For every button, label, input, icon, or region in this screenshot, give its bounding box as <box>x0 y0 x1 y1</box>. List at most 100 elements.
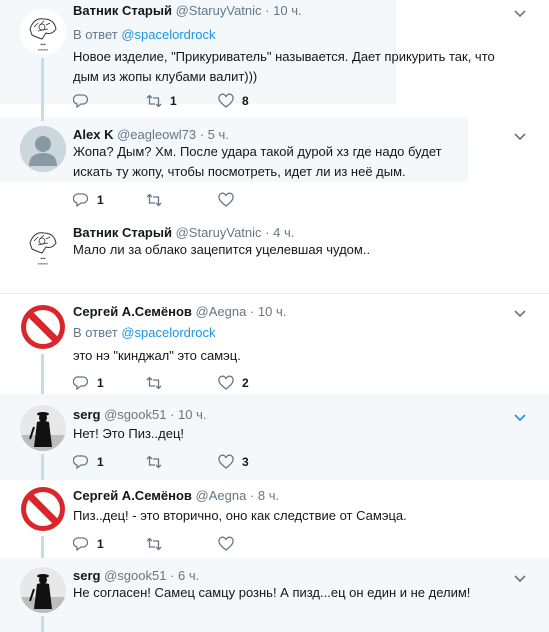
retweet-icon <box>146 537 162 551</box>
tweet[interactable]: Сергей А.Семёнов @Aegna · 8 ч. Пиз..дец!… <box>0 480 549 558</box>
display-name[interactable]: Alex K <box>73 127 113 142</box>
heart-icon <box>218 375 234 390</box>
tweet-actions: 1 8 <box>73 93 373 109</box>
tweet-actions: 1 3 <box>73 454 373 470</box>
svg-text:▪▪▪▪▪▪▪: ▪▪▪▪▪▪▪ <box>38 47 49 52</box>
display-name[interactable]: Ватник Старый <box>73 225 172 240</box>
timestamp[interactable]: 6 ч. <box>178 568 199 583</box>
reply-to: В ответ @spacelordrock <box>73 325 216 340</box>
user-handle[interactable]: @eagleowl73 <box>117 127 196 142</box>
avatar[interactable]: ▪▪▪ ▪▪▪▪▪▪▪ <box>20 223 66 269</box>
display-name[interactable]: serg <box>73 568 100 583</box>
tweet-text: это нэ "кинджал" это самэц. <box>73 348 241 363</box>
thread-line <box>41 354 44 394</box>
silhouette-avatar-icon <box>20 405 66 451</box>
chevron-down-icon[interactable] <box>512 5 528 21</box>
svg-text:▪▪▪▪▪▪▪: ▪▪▪▪▪▪▪ <box>38 261 49 266</box>
user-handle[interactable]: @Aegna <box>196 488 247 503</box>
chevron-down-icon[interactable] <box>512 128 528 144</box>
reply-button[interactable]: 1 <box>73 192 104 208</box>
no-entry-sign-icon <box>21 487 65 531</box>
retweet-button[interactable]: 1 <box>146 93 177 109</box>
tweet[interactable]: serg @sgook51 · 10 ч. Нет! Это Пиз..дец!… <box>0 394 549 480</box>
timestamp[interactable]: 4 ч. <box>273 225 294 240</box>
reply-button[interactable] <box>73 93 97 109</box>
retweet-button[interactable] <box>146 375 170 391</box>
no-entry-sign-icon <box>21 305 65 349</box>
timestamp[interactable]: 8 ч. <box>258 488 279 503</box>
like-button[interactable]: 3 <box>218 454 249 470</box>
thread-line <box>41 616 44 632</box>
user-handle[interactable]: @sgook51 <box>104 568 166 583</box>
tweet-text: Пиз..дец! - это вторично, оно как следст… <box>73 508 407 523</box>
avatar[interactable] <box>20 126 66 172</box>
chevron-down-icon[interactable] <box>512 305 528 321</box>
tweet-text: Не согласен! Самец самцу рознь! А пизд..… <box>73 585 471 600</box>
avatar[interactable] <box>20 304 66 350</box>
reply-icon <box>73 537 89 552</box>
tweet-text: Нет! Это Пиз..дец! <box>73 426 185 441</box>
user-handle[interactable]: @sgook51 <box>104 407 166 422</box>
retweet-icon <box>146 455 162 469</box>
reply-icon <box>73 455 89 470</box>
sketch-avatar-icon: ▪▪▪ ▪▪▪▪▪▪▪ <box>20 9 66 55</box>
tweet-actions: 1 <box>73 192 373 208</box>
reply-icon <box>73 193 89 208</box>
display-name[interactable]: serg <box>73 407 100 422</box>
mention-link[interactable]: @spacelordrock <box>121 325 215 340</box>
chevron-down-icon[interactable] <box>512 409 528 425</box>
tweet[interactable]: ▪▪▪ ▪▪▪▪▪▪▪ Ватник Старый @StaruyVatnic … <box>0 0 549 117</box>
reply-to: В ответ @spacelordrock <box>73 27 216 42</box>
default-profile-icon <box>20 126 66 172</box>
retweet-icon <box>146 94 162 108</box>
avatar[interactable] <box>20 405 66 451</box>
timestamp[interactable]: 5 ч. <box>208 127 229 142</box>
user-handle[interactable]: @StaruyVatnic <box>176 3 262 18</box>
user-handle[interactable]: @StaruyVatnic <box>176 225 262 240</box>
tweet[interactable]: Сергей А.Семёнов @Aegna · 10 ч. В ответ … <box>0 294 549 394</box>
tweet-text: Мало ли за облако зацепится уцелевшая чу… <box>73 242 371 257</box>
thread-line <box>41 58 44 117</box>
reply-button[interactable]: 1 <box>73 454 104 470</box>
like-button[interactable] <box>218 536 242 552</box>
reply-icon <box>73 94 89 109</box>
display-name[interactable]: Сергей А.Семёнов <box>73 488 192 503</box>
heart-icon <box>218 192 234 207</box>
avatar[interactable] <box>20 486 66 532</box>
heart-icon <box>218 93 234 108</box>
tweet-actions: 1 <box>73 536 373 552</box>
reply-button[interactable]: 1 <box>73 375 104 391</box>
user-handle[interactable]: @Aegna <box>196 304 247 319</box>
retweet-button[interactable] <box>146 192 170 208</box>
display-name[interactable]: Сергей А.Семёнов <box>73 304 192 319</box>
tweet-actions: 1 2 <box>73 375 373 391</box>
sketch-avatar-icon: ▪▪▪ ▪▪▪▪▪▪▪ <box>20 223 66 269</box>
like-button[interactable] <box>218 192 242 208</box>
tweet[interactable]: ▪▪▪ ▪▪▪▪▪▪▪ Ватник Старый @StaruyVatnic … <box>0 218 549 293</box>
thread-line <box>41 117 44 121</box>
tweet-text: Жопа? Дым? Хм. После удара такой дурой х… <box>73 144 442 179</box>
reply-button[interactable]: 1 <box>73 536 104 552</box>
mention-link[interactable]: @spacelordrock <box>121 27 215 42</box>
like-button[interactable]: 8 <box>218 93 249 109</box>
silhouette-avatar-icon <box>20 567 66 613</box>
display-name[interactable]: Ватник Старый <box>73 3 172 18</box>
retweet-button[interactable] <box>146 536 170 552</box>
avatar[interactable] <box>20 567 66 613</box>
timestamp[interactable]: 10 ч. <box>258 304 286 319</box>
retweet-button[interactable] <box>146 454 170 470</box>
retweet-icon <box>146 193 162 207</box>
tweet-text: Новое изделие, "Прикуриватель" называетс… <box>73 49 495 84</box>
thread-line <box>41 454 44 480</box>
tweet[interactable]: Alex K @eagleowl73 · 5 ч. Жопа? Дым? Хм.… <box>0 117 549 218</box>
timestamp[interactable]: 10 ч. <box>178 407 206 422</box>
reply-icon <box>73 376 89 391</box>
like-button[interactable]: 2 <box>218 375 249 391</box>
avatar[interactable]: ▪▪▪ ▪▪▪▪▪▪▪ <box>20 9 66 55</box>
retweet-icon <box>146 376 162 390</box>
heart-icon <box>218 454 234 469</box>
chevron-down-icon[interactable] <box>512 570 528 586</box>
thread-line <box>41 536 44 558</box>
tweet[interactable]: serg @sgook51 · 6 ч. Не согласен! Самец … <box>0 558 549 632</box>
timestamp[interactable]: 10 ч. <box>273 3 301 18</box>
